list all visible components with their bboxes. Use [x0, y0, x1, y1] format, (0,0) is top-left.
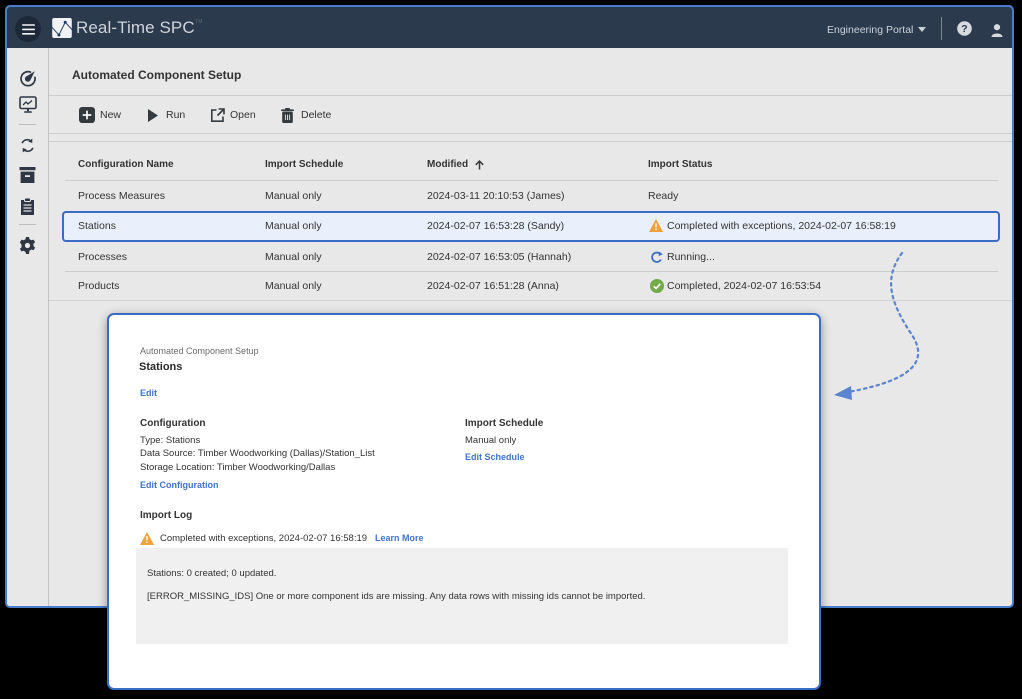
svg-text:?: ? [961, 23, 967, 35]
